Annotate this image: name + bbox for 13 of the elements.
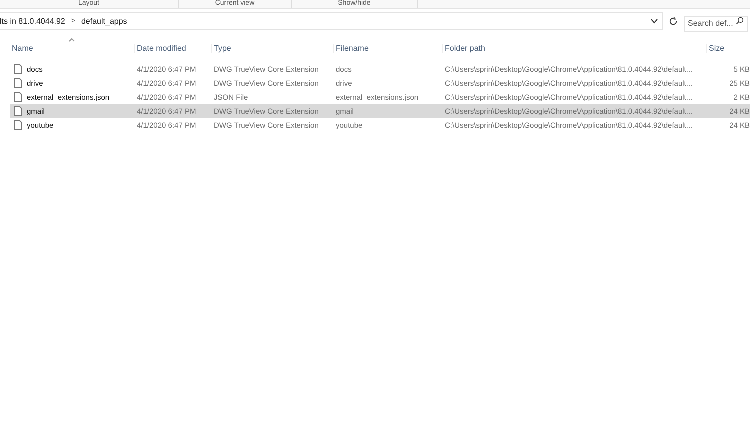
column-header[interactable]: Name — [10, 44, 135, 52]
search-field[interactable]: Search def... — [684, 16, 748, 32]
breadcrumb[interactable]: default_apps — [81, 16, 128, 26]
column-header[interactable]: Folder path — [443, 44, 707, 52]
column-header[interactable]: Filename — [334, 44, 443, 52]
chevron-down-icon[interactable] — [651, 18, 658, 24]
column-header[interactable]: Date modified — [135, 44, 212, 52]
column-header[interactable]: Size — [707, 44, 750, 52]
search-icon — [736, 17, 744, 25]
refresh-icon[interactable] — [669, 16, 678, 26]
sort-caret-icon — [69, 38, 75, 42]
column-header[interactable]: Type — [212, 44, 334, 52]
breadcrumb[interactable]: lts in 81.0.4044.92 — [0, 16, 66, 26]
